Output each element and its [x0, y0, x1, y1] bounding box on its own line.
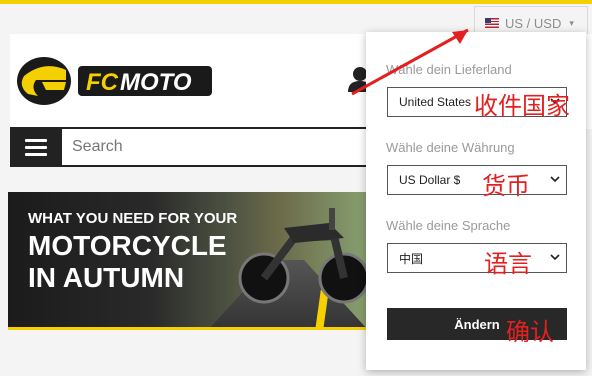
chevron-down-icon — [550, 176, 560, 183]
svg-text:FC: FC — [86, 69, 119, 96]
banner-stripe — [8, 327, 368, 330]
annotation-currency: 货币 — [482, 172, 530, 200]
locale-label: US / USD — [505, 15, 562, 31]
currency-select[interactable]: US Dollar $ — [387, 165, 567, 195]
chevron-down-icon — [550, 254, 560, 261]
menu-icon[interactable] — [10, 127, 62, 167]
currency-value: US Dollar $ — [399, 173, 461, 187]
language-label: Wähle deine Sprache — [386, 218, 511, 233]
currency-label: Wähle deine Währung — [386, 140, 515, 155]
banner-line3: IN AUTUMN — [28, 262, 185, 293]
banner-headline: MOTORCYCLE IN AUTUMN — [28, 230, 288, 294]
us-flag-icon — [485, 18, 499, 28]
banner-line2: MOTORCYCLE — [28, 230, 227, 261]
annotation-confirm: 确认 — [506, 318, 554, 346]
language-value: 中国 — [399, 251, 424, 266]
caret-down-icon: ▾ — [569, 17, 574, 28]
search-input[interactable]: Search — [62, 129, 370, 165]
language-select[interactable]: 中国 — [387, 243, 567, 273]
fc-moto-logo[interactable]: FC MOTO — [16, 54, 216, 108]
banner-line1: WHAT YOU NEED FOR YOUR — [28, 210, 238, 227]
svg-text:MOTO: MOTO — [120, 69, 192, 96]
annotation-language: 语言 — [484, 250, 532, 278]
annotation-arrow — [351, 28, 469, 96]
search-bar: Search — [10, 127, 370, 167]
promo-banner[interactable]: WHAT YOU NEED FOR YOUR MOTORCYCLE IN AUT… — [8, 192, 368, 330]
annotation-delivery: 收件国家 — [474, 92, 570, 120]
